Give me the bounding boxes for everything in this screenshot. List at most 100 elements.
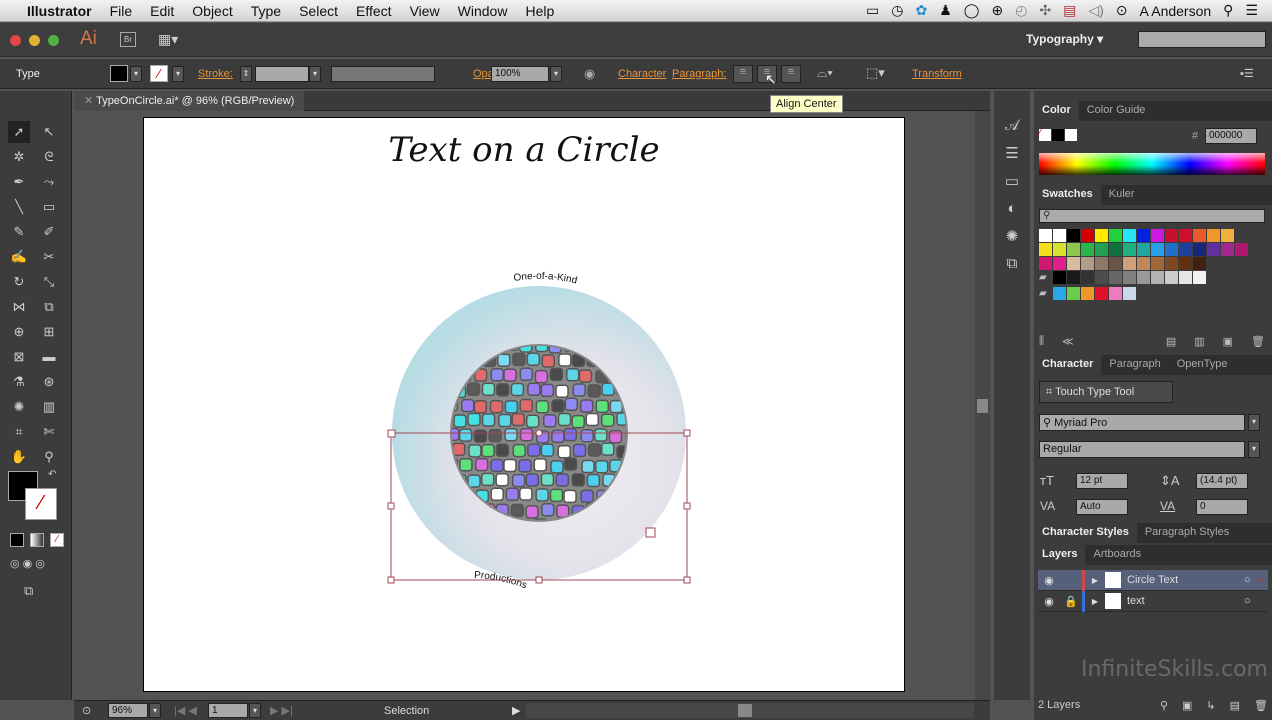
gradient-tool-icon[interactable]: ▬: [38, 346, 60, 368]
zoom-window-button[interactable]: [48, 35, 59, 46]
variable-width-profile[interactable]: [331, 66, 435, 82]
swatch[interactable]: [1081, 229, 1094, 242]
menu-view[interactable]: View: [401, 3, 449, 19]
tracking-field[interactable]: 0: [1196, 499, 1248, 515]
horizontal-scroll-thumb[interactable]: [738, 704, 752, 717]
layer-name[interactable]: text: [1127, 595, 1244, 607]
mesh-tool-icon[interactable]: ⊠: [8, 346, 30, 368]
glyphs-icon[interactable]: 𝒜: [1005, 117, 1019, 134]
transform-link[interactable]: Transform: [912, 68, 962, 80]
scale-tool-icon[interactable]: ⤡: [38, 271, 60, 293]
resize-handle[interactable]: [387, 576, 395, 584]
gradient-mode-button[interactable]: [30, 533, 44, 547]
new-color-group-icon[interactable]: ▥: [1194, 335, 1204, 348]
swatch[interactable]: [1067, 243, 1080, 256]
target-icon[interactable]: ○: [1244, 595, 1268, 607]
stroke-link[interactable]: Stroke:: [198, 68, 233, 80]
rotate-tool-icon[interactable]: ↻: [8, 271, 30, 293]
magic-wand-tool-icon[interactable]: ✲: [8, 146, 30, 168]
artboard-dropdown[interactable]: ▾: [249, 703, 261, 718]
swatch[interactable]: [1095, 243, 1108, 256]
swatch[interactable]: [1179, 257, 1192, 270]
color-mode-button[interactable]: [10, 533, 24, 547]
swatch[interactable]: [1151, 257, 1164, 270]
swatch[interactable]: [1179, 229, 1192, 242]
zoom-dropdown[interactable]: ▾: [149, 703, 161, 718]
minimize-window-button[interactable]: [29, 35, 40, 46]
screen-mode-icon[interactable]: ⧉: [24, 583, 33, 599]
swatch-group-folder-icon[interactable]: ▰: [1039, 271, 1052, 284]
swatch[interactable]: [1165, 229, 1178, 242]
swatch[interactable]: [1095, 229, 1108, 242]
status-bar-icon[interactable]: ⊙: [82, 704, 91, 717]
swatch[interactable]: [1081, 271, 1094, 284]
menu-help[interactable]: Help: [516, 3, 563, 19]
swatch[interactable]: [1053, 243, 1066, 256]
pen-tool-icon[interactable]: ✒: [8, 171, 30, 193]
swatch[interactable]: [1039, 243, 1052, 256]
swatch[interactable]: [1137, 257, 1150, 270]
visibility-eye-icon[interactable]: ◉: [1038, 595, 1060, 608]
hex-color-field[interactable]: 000000: [1205, 128, 1257, 144]
zoom-level-field[interactable]: 96%: [108, 703, 148, 718]
eyedropper-tool-icon[interactable]: ⚗: [8, 371, 30, 393]
bridge-button[interactable]: Br: [120, 32, 136, 47]
resize-handle[interactable]: [387, 502, 395, 510]
menu-object[interactable]: Object: [183, 3, 241, 19]
font-style-dropdown[interactable]: ▾: [1248, 441, 1260, 458]
clock-icon[interactable]: ◷: [891, 2, 903, 19]
target-icon[interactable]: ○: [1244, 574, 1258, 586]
swatch[interactable]: [1067, 257, 1080, 270]
swatch[interactable]: [1053, 229, 1066, 242]
visibility-eye-icon[interactable]: ◉: [1038, 574, 1060, 587]
swatch-libraries-icon[interactable]: ⫼: [1039, 335, 1044, 348]
swatch[interactable]: [1109, 271, 1122, 284]
shape-builder-tool-icon[interactable]: ⊕: [8, 321, 30, 343]
layer-row[interactable]: ◉ 🔒 ▶ text ○: [1038, 590, 1268, 612]
touch-type-tool-button[interactable]: ⌗ Touch Type Tool: [1039, 381, 1173, 403]
path-type-bracket[interactable]: [645, 527, 656, 538]
swatch[interactable]: [1207, 229, 1220, 242]
artboard-title-text[interactable]: Text on a Circle: [144, 130, 904, 170]
tab-character[interactable]: Character: [1034, 355, 1102, 375]
swatch[interactable]: [1193, 257, 1206, 270]
swatch-group-folder-icon[interactable]: ▰: [1039, 287, 1052, 300]
swatch-search-input[interactable]: ⚲: [1039, 209, 1265, 223]
user-name[interactable]: A Anderson: [1140, 3, 1212, 19]
swatch[interactable]: [1095, 271, 1108, 284]
resize-handle[interactable]: [683, 576, 691, 584]
control-panel-menu-icon[interactable]: ▪☰: [1240, 67, 1254, 80]
color-spectrum[interactable]: [1039, 153, 1265, 175]
white-color-button[interactable]: [1065, 129, 1077, 141]
sync-icon[interactable]: ✿: [915, 2, 927, 19]
type-on-path-tool-icon[interactable]: ⤳: [38, 171, 60, 193]
appearance-panel-icon[interactable]: ✺: [1006, 227, 1019, 245]
swatch[interactable]: [1095, 257, 1108, 270]
battery-icon[interactable]: ⊙: [1116, 2, 1128, 19]
menu-effect[interactable]: Effect: [347, 3, 401, 19]
tab-color[interactable]: Color: [1034, 101, 1079, 121]
paragraph-panel-icon[interactable]: ☰: [1005, 144, 1018, 162]
stroke-color-box[interactable]: ⁄: [25, 488, 57, 520]
font-style-field[interactable]: Regular: [1039, 441, 1245, 458]
zoom-tool-icon[interactable]: ⚲: [38, 446, 60, 468]
scissors-tool-icon[interactable]: ✂: [38, 246, 60, 268]
tab-kuler[interactable]: Kuler: [1101, 185, 1143, 205]
swap-fill-stroke-icon[interactable]: ↶: [48, 469, 56, 480]
status-menu-arrow[interactable]: ▶: [512, 704, 520, 717]
swatch[interactable]: [1109, 229, 1122, 242]
swatch[interactable]: [1109, 257, 1122, 270]
rectangle-tool-icon[interactable]: ▭: [38, 196, 60, 218]
swatch[interactable]: [1095, 287, 1108, 300]
swatch[interactable]: [1137, 229, 1150, 242]
opacity-field[interactable]: 100%: [491, 66, 549, 82]
next-artboard-button[interactable]: ▶ ▶|: [270, 704, 293, 717]
swatch[interactable]: [1193, 229, 1206, 242]
drawing-modes-icon[interactable]: ◎ ◉ ◎: [10, 557, 45, 570]
artboard-number-field[interactable]: 1: [208, 703, 248, 718]
swatch[interactable]: [1039, 229, 1052, 242]
stroke-swatch-none[interactable]: ⁄: [150, 65, 168, 82]
stroke-weight-stepper[interactable]: ⇕: [240, 66, 252, 82]
kerning-field[interactable]: Auto: [1076, 499, 1128, 515]
swatch[interactable]: [1207, 243, 1220, 256]
